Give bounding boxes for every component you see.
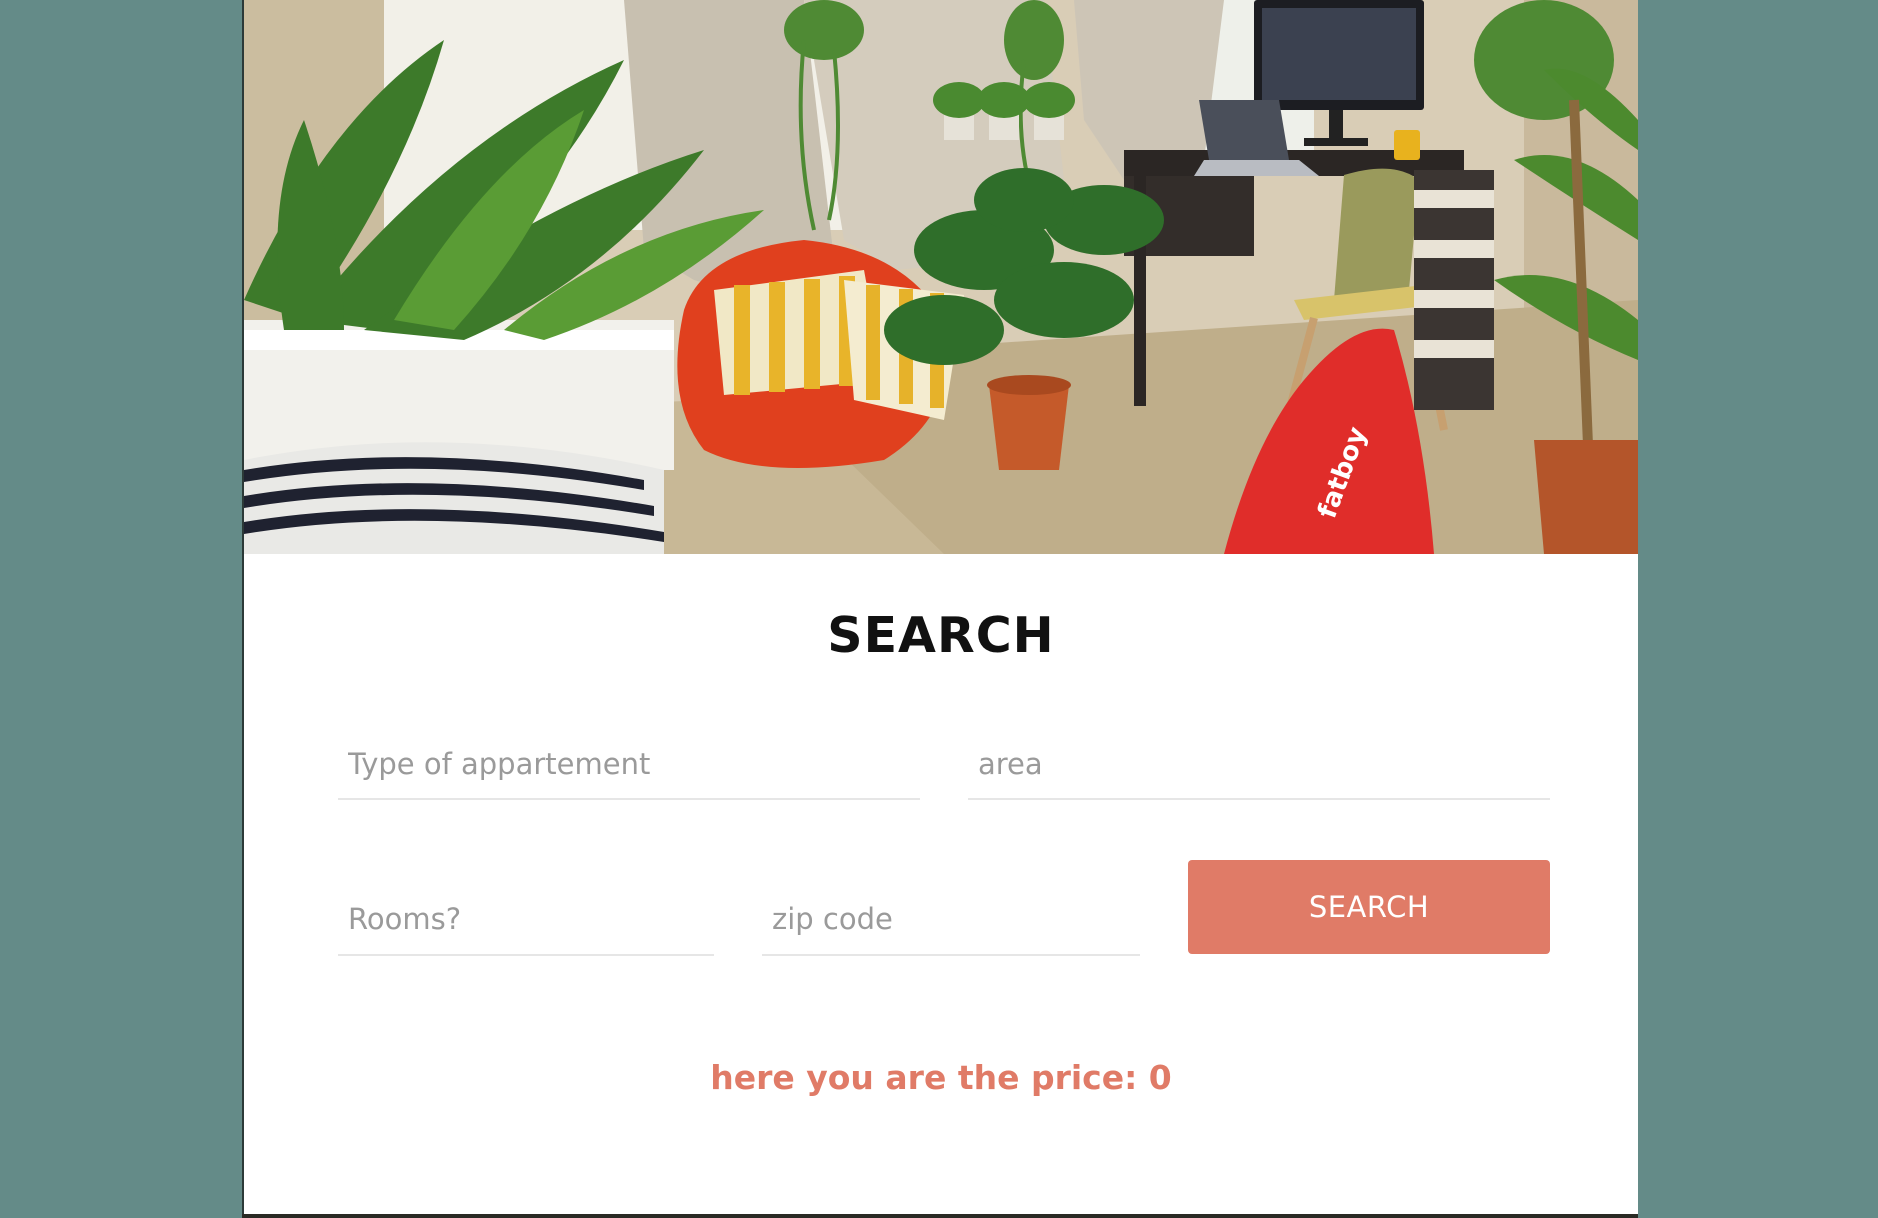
type-of-appartement-input[interactable] xyxy=(338,730,920,800)
page-title: SEARCH xyxy=(827,607,1055,664)
area-input[interactable] xyxy=(968,730,1550,800)
page-frame: fatboy SEARCH SEARCH here you are the pr… xyxy=(242,0,1638,1214)
bottom-edge xyxy=(242,1214,1638,1218)
hero-image: fatboy xyxy=(244,0,1638,554)
price-result: here you are the price: 0 xyxy=(710,1058,1172,1097)
zip-code-input[interactable] xyxy=(762,884,1140,956)
search-button[interactable]: SEARCH xyxy=(1188,860,1550,954)
rooms-input[interactable] xyxy=(338,884,714,956)
